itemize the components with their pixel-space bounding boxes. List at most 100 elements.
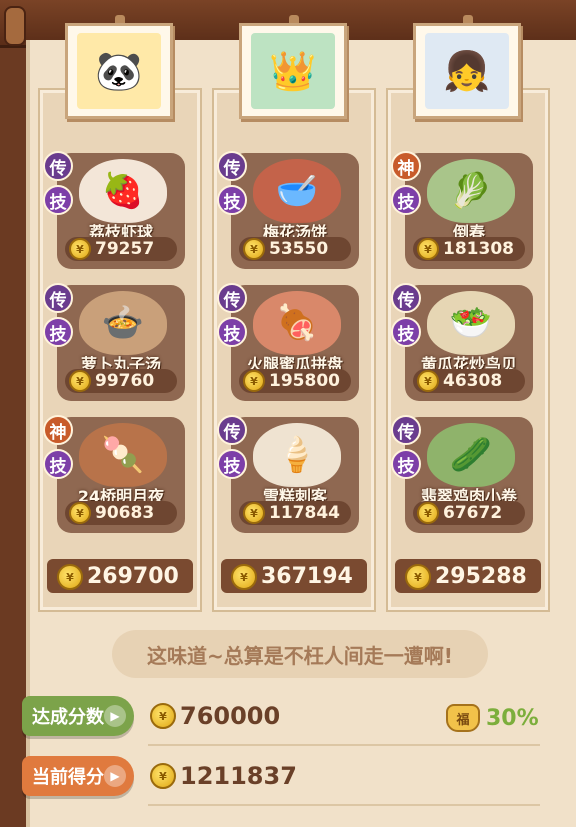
coin-icon: ¥ bbox=[243, 502, 265, 524]
coin-icon: ¥ bbox=[69, 502, 91, 524]
column-total: ¥ 295288 bbox=[395, 559, 541, 593]
chef-column-1: 🐼 🍓 传 技 荔枝虾球 ¥ 79257 🍲 传 技 萝卜丸子汤 ¥ 99760… bbox=[40, 15, 200, 610]
dish-image-icon: 🍲 bbox=[79, 291, 167, 355]
dish-image-icon: 🥗 bbox=[427, 291, 515, 355]
column-total-value: 367194 bbox=[261, 563, 353, 589]
chef-avatar-icon: 🐼 bbox=[77, 33, 161, 109]
coin-icon: ¥ bbox=[417, 502, 439, 524]
current-score-value: 1211837 bbox=[180, 762, 297, 790]
arrow-right-icon: ▶ bbox=[104, 765, 126, 787]
skill-badge: 技 bbox=[391, 317, 421, 347]
chef-portrait-3[interactable]: 👧 bbox=[413, 23, 521, 119]
dish-card[interactable]: 🍦 传 技 雪糕刺客 ¥ 117844 bbox=[217, 415, 359, 533]
column-total-value: 295288 bbox=[435, 563, 527, 589]
column-total-value: 269700 bbox=[87, 563, 179, 589]
coin-icon: ¥ bbox=[231, 564, 257, 590]
dish-score-value: 195800 bbox=[269, 371, 340, 391]
chef-avatar-icon: 👧 bbox=[425, 33, 509, 109]
dish-score-value: 117844 bbox=[269, 503, 340, 523]
chef-quote: 这味道~总算是不枉人间走一遭啊! bbox=[112, 630, 488, 678]
dish-score: ¥ 46308 bbox=[413, 369, 525, 393]
target-score-label: 达成分数 bbox=[32, 707, 104, 728]
skill-badge: 技 bbox=[217, 449, 247, 479]
current-score-tag: 当前得分 ▶ bbox=[22, 756, 134, 796]
column-total: ¥ 269700 bbox=[47, 559, 193, 593]
skill-badge: 技 bbox=[217, 317, 247, 347]
dish-score-value: 79257 bbox=[95, 239, 155, 259]
target-score: ¥ 760000 bbox=[150, 702, 280, 730]
current-score-label: 当前得分 bbox=[32, 767, 104, 788]
dish-image-icon: 🍓 bbox=[79, 159, 167, 223]
chef-portrait-1[interactable]: 🐼 bbox=[65, 23, 173, 119]
legend-badge: 传 bbox=[217, 151, 247, 181]
divine-badge: 神 bbox=[391, 151, 421, 181]
skill-badge: 技 bbox=[43, 317, 73, 347]
skill-badge: 技 bbox=[391, 185, 421, 215]
skill-badge: 技 bbox=[43, 185, 73, 215]
coin-icon: ¥ bbox=[417, 238, 439, 260]
dish-image-icon: 🥒 bbox=[427, 423, 515, 487]
dish-score-value: 67672 bbox=[443, 503, 503, 523]
frame-knob bbox=[4, 6, 26, 46]
dish-image-icon: 🥬 bbox=[427, 159, 515, 223]
dish-card[interactable]: 🍲 传 技 萝卜丸子汤 ¥ 99760 bbox=[43, 283, 185, 401]
legend-badge: 传 bbox=[391, 283, 421, 313]
divider bbox=[148, 744, 540, 746]
dish-image-icon: 🍖 bbox=[253, 291, 341, 355]
lucky-bag-icon: 福 bbox=[446, 704, 480, 732]
divine-badge: 神 bbox=[43, 415, 73, 445]
dish-score-value: 53550 bbox=[269, 239, 329, 259]
skill-badge: 技 bbox=[43, 449, 73, 479]
dish-score: ¥ 79257 bbox=[65, 237, 177, 261]
target-score-tag: 达成分数 ▶ bbox=[22, 696, 134, 736]
bonus-indicator: 福 30% bbox=[446, 704, 539, 732]
dish-score: ¥ 67672 bbox=[413, 501, 525, 525]
target-score-value: 760000 bbox=[180, 702, 281, 730]
dish-score: ¥ 117844 bbox=[239, 501, 351, 525]
skill-badge: 技 bbox=[217, 185, 247, 215]
dish-card[interactable]: 🍖 传 技 火腿蜜瓜拼盘 ¥ 195800 bbox=[217, 283, 359, 401]
coin-icon: ¥ bbox=[243, 370, 265, 392]
legend-badge: 传 bbox=[217, 415, 247, 445]
dish-card[interactable]: 🍓 传 技 荔枝虾球 ¥ 79257 bbox=[43, 151, 185, 269]
chef-column-2: 👑 🥣 传 技 梅花汤饼 ¥ 53550 🍖 传 技 火腿蜜瓜拼盘 ¥ 1958… bbox=[214, 15, 374, 610]
legend-badge: 传 bbox=[217, 283, 247, 313]
dish-card[interactable]: 🥣 传 技 梅花汤饼 ¥ 53550 bbox=[217, 151, 359, 269]
dish-image-icon: 🍦 bbox=[253, 423, 341, 487]
coin-icon: ¥ bbox=[243, 238, 265, 260]
dish-card[interactable]: 🥬 神 技 倒春 ¥ 181308 bbox=[391, 151, 533, 269]
dish-score: ¥ 195800 bbox=[239, 369, 351, 393]
coin-icon: ¥ bbox=[57, 564, 83, 590]
dish-card[interactable]: 🍡 神 技 24桥明月夜 ¥ 90683 bbox=[43, 415, 185, 533]
legend-badge: 传 bbox=[391, 415, 421, 445]
skill-badge: 技 bbox=[391, 449, 421, 479]
coin-icon: ¥ bbox=[405, 564, 431, 590]
coin-icon: ¥ bbox=[417, 370, 439, 392]
dish-score: ¥ 99760 bbox=[65, 369, 177, 393]
dish-score: ¥ 181308 bbox=[413, 237, 525, 261]
bonus-value: 30% bbox=[486, 705, 539, 731]
legend-badge: 传 bbox=[43, 151, 73, 181]
dish-score-value: 90683 bbox=[95, 503, 155, 523]
dish-card[interactable]: 🥒 传 技 翡翠鸡肉小卷 ¥ 67672 bbox=[391, 415, 533, 533]
chef-column-3: 👧 🥬 神 技 倒春 ¥ 181308 🥗 传 技 黄瓜花炒鸟贝 ¥ 46308… bbox=[388, 15, 548, 610]
legend-badge: 传 bbox=[43, 283, 73, 313]
dish-score: ¥ 90683 bbox=[65, 501, 177, 525]
current-score: ¥ 1211837 bbox=[150, 762, 297, 790]
dish-image-icon: 🍡 bbox=[79, 423, 167, 487]
dish-score: ¥ 53550 bbox=[239, 237, 351, 261]
coin-icon: ¥ bbox=[150, 763, 176, 789]
coin-icon: ¥ bbox=[150, 703, 176, 729]
chef-portrait-2[interactable]: 👑 bbox=[239, 23, 347, 119]
divider bbox=[148, 804, 540, 806]
dish-score-value: 46308 bbox=[443, 371, 503, 391]
column-total: ¥ 367194 bbox=[221, 559, 367, 593]
dish-image-icon: 🥣 bbox=[253, 159, 341, 223]
coin-icon: ¥ bbox=[69, 238, 91, 260]
coin-icon: ¥ bbox=[69, 370, 91, 392]
chef-avatar-icon: 👑 bbox=[251, 33, 335, 109]
dish-score-value: 99760 bbox=[95, 371, 155, 391]
arrow-right-icon: ▶ bbox=[104, 705, 126, 727]
dish-score-value: 181308 bbox=[443, 239, 514, 259]
dish-card[interactable]: 🥗 传 技 黄瓜花炒鸟贝 ¥ 46308 bbox=[391, 283, 533, 401]
